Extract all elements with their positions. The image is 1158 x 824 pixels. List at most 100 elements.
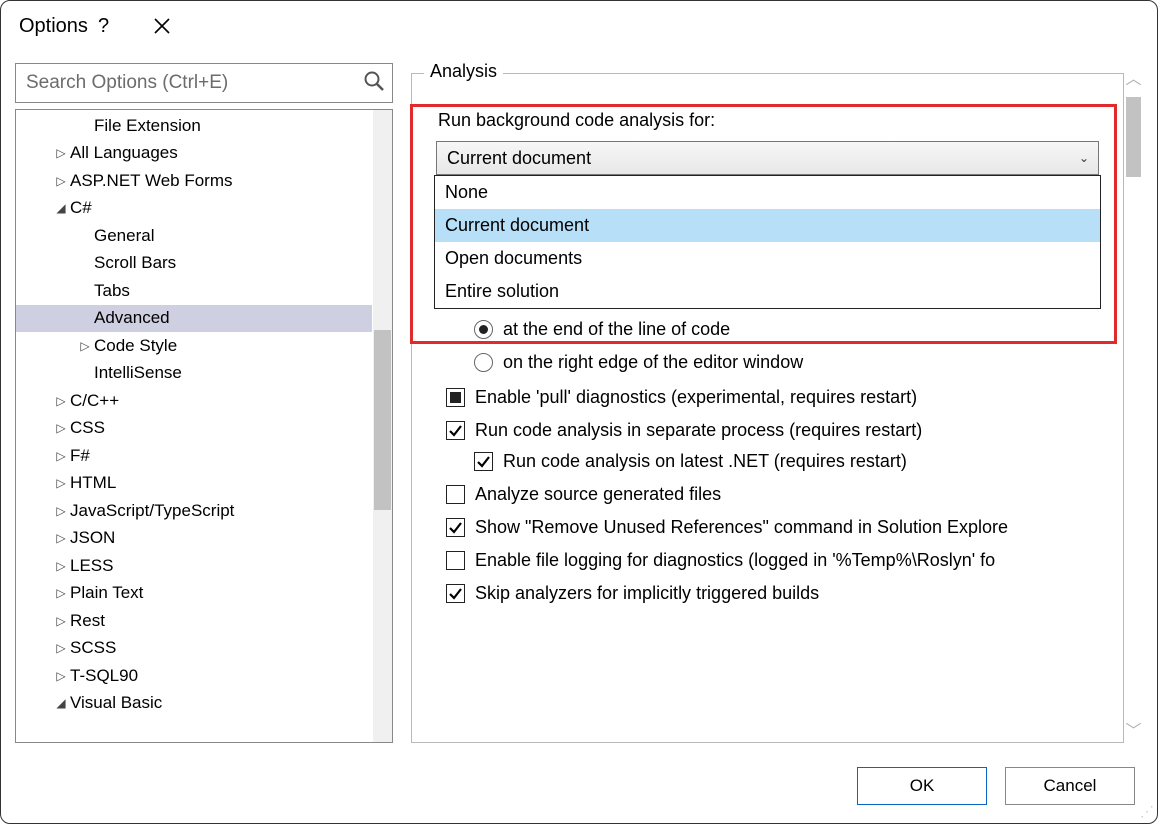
cb-latest-dotnet[interactable]: Run code analysis on latest .NET (requir… bbox=[474, 451, 1113, 472]
expand-closed-icon[interactable]: ▷ bbox=[54, 504, 68, 518]
tree-item[interactable]: Advanced bbox=[16, 305, 372, 333]
cb-latest-dotnet-label: Run code analysis on latest .NET (requir… bbox=[503, 451, 907, 472]
expand-open-icon[interactable]: ◢ bbox=[54, 696, 68, 710]
cb-analyze-generated[interactable]: Analyze source generated files bbox=[446, 484, 1113, 505]
tree-item-label: HTML bbox=[70, 473, 116, 493]
checkbox-icon bbox=[446, 518, 465, 537]
tree-item[interactable]: Scroll Bars bbox=[16, 250, 372, 278]
group-title: Analysis bbox=[424, 61, 503, 82]
tree-scrollbar[interactable] bbox=[373, 110, 392, 742]
expand-closed-icon[interactable]: ▷ bbox=[54, 146, 68, 160]
expand-closed-icon[interactable]: ▷ bbox=[54, 449, 68, 463]
cb-analyze-generated-label: Analyze source generated files bbox=[475, 484, 721, 505]
tree-item[interactable]: ▷F# bbox=[16, 442, 372, 470]
dialog-footer: OK Cancel bbox=[1, 755, 1157, 823]
checkbox-icon bbox=[446, 388, 465, 407]
expand-closed-icon[interactable]: ▷ bbox=[54, 614, 68, 628]
cb-pull-diagnostics[interactable]: Enable 'pull' diagnostics (experimental,… bbox=[446, 387, 1113, 408]
scope-dropdown: NoneCurrent documentOpen documentsEntire… bbox=[434, 175, 1101, 309]
tree-item[interactable]: ◢C# bbox=[16, 195, 372, 223]
tree-item[interactable]: ▷Code Style bbox=[16, 332, 372, 360]
tree-item-label: T-SQL90 bbox=[70, 666, 138, 686]
search-icon bbox=[363, 70, 385, 96]
checkbox-icon bbox=[446, 584, 465, 603]
ok-button[interactable]: OK bbox=[857, 767, 987, 805]
radio-right-edge-label: on the right edge of the editor window bbox=[503, 352, 803, 373]
radio-right-edge[interactable]: on the right edge of the editor window bbox=[474, 352, 1113, 373]
tree-item[interactable]: ▷ASP.NET Web Forms bbox=[16, 167, 372, 195]
radio-icon bbox=[474, 353, 493, 372]
radio-end-of-line[interactable]: at the end of the line of code bbox=[474, 319, 1113, 340]
expand-closed-icon[interactable]: ▷ bbox=[54, 174, 68, 188]
cb-separate-process[interactable]: Run code analysis in separate process (r… bbox=[446, 420, 1113, 441]
window-title: Options bbox=[19, 15, 88, 38]
tree-item-label: General bbox=[94, 226, 154, 246]
scope-option[interactable]: Entire solution bbox=[435, 275, 1100, 308]
checkbox-icon bbox=[446, 485, 465, 504]
tree-item-label: Advanced bbox=[94, 308, 170, 328]
expand-open-icon[interactable]: ◢ bbox=[54, 201, 68, 215]
expand-closed-icon[interactable]: ▷ bbox=[54, 641, 68, 655]
tree-item[interactable]: ▷JavaScript/TypeScript bbox=[16, 497, 372, 525]
tree-item[interactable]: ◢Visual Basic bbox=[16, 690, 372, 718]
expand-closed-icon[interactable]: ▷ bbox=[78, 339, 92, 353]
scope-option[interactable]: Current document bbox=[435, 209, 1100, 242]
tree-item-label: Plain Text bbox=[70, 583, 143, 603]
options-dialog: Options ? File Extension▷All Languages▷A… bbox=[0, 0, 1158, 824]
cb-skip-analyzers[interactable]: Skip analyzers for implicitly triggered … bbox=[446, 583, 1113, 604]
tree-item-label: ASP.NET Web Forms bbox=[70, 171, 233, 191]
tree-item[interactable]: General bbox=[16, 222, 372, 250]
content-scrollbar-thumb[interactable] bbox=[1126, 97, 1141, 177]
cb-file-logging-label: Enable file logging for diagnostics (log… bbox=[475, 550, 995, 571]
tree-item-label: CSS bbox=[70, 418, 105, 438]
titlebar: Options ? bbox=[1, 1, 1157, 51]
tree-item[interactable]: ▷T-SQL90 bbox=[16, 662, 372, 690]
scope-option[interactable]: Open documents bbox=[435, 242, 1100, 275]
checkbox-icon bbox=[474, 452, 493, 471]
scroll-up-icon[interactable]: ︿ bbox=[1125, 63, 1141, 91]
tree-item[interactable]: Tabs bbox=[16, 277, 372, 305]
content-scrollbar[interactable]: ︿ ﹀ bbox=[1124, 63, 1143, 743]
chevron-down-icon: ⌄ bbox=[1079, 151, 1089, 165]
tree-item[interactable]: ▷LESS bbox=[16, 552, 372, 580]
tree-item-label: C/C++ bbox=[70, 391, 119, 411]
scope-selected-value: Current document bbox=[447, 148, 591, 169]
tree-item[interactable]: ▷JSON bbox=[16, 525, 372, 553]
scope-option[interactable]: None bbox=[435, 176, 1100, 209]
cb-skip-analyzers-label: Skip analyzers for implicitly triggered … bbox=[475, 583, 819, 604]
expand-closed-icon[interactable]: ▷ bbox=[54, 394, 68, 408]
cb-file-logging[interactable]: Enable file logging for diagnostics (log… bbox=[446, 550, 1113, 571]
tree-item-label: Rest bbox=[70, 611, 105, 631]
cancel-button[interactable]: Cancel bbox=[1005, 767, 1135, 805]
close-button[interactable] bbox=[143, 13, 181, 39]
tree-item[interactable]: ▷SCSS bbox=[16, 635, 372, 663]
cb-remove-unused[interactable]: Show "Remove Unused References" command … bbox=[446, 517, 1113, 538]
tree-item[interactable]: File Extension bbox=[16, 112, 372, 140]
radio-icon bbox=[474, 320, 493, 339]
tree-item[interactable]: ▷CSS bbox=[16, 415, 372, 443]
tree-item[interactable]: IntelliSense bbox=[16, 360, 372, 388]
search-input[interactable] bbox=[15, 63, 393, 103]
tree-item-label: JSON bbox=[70, 528, 115, 548]
expand-closed-icon[interactable]: ▷ bbox=[54, 476, 68, 490]
tree-scrollbar-thumb[interactable] bbox=[374, 330, 391, 510]
radio-end-of-line-label: at the end of the line of code bbox=[503, 319, 730, 340]
tree-item-label: All Languages bbox=[70, 143, 178, 163]
tree-item[interactable]: ▷C/C++ bbox=[16, 387, 372, 415]
expand-closed-icon[interactable]: ▷ bbox=[54, 421, 68, 435]
expand-closed-icon[interactable]: ▷ bbox=[54, 531, 68, 545]
scope-combobox[interactable]: Current document ⌄ bbox=[436, 141, 1099, 175]
tree-item[interactable]: ▷HTML bbox=[16, 470, 372, 498]
tree-item-label: F# bbox=[70, 446, 90, 466]
tree-item-label: SCSS bbox=[70, 638, 116, 658]
expand-closed-icon[interactable]: ▷ bbox=[54, 669, 68, 683]
expand-closed-icon[interactable]: ▷ bbox=[54, 559, 68, 573]
tree-item[interactable]: ▷Rest bbox=[16, 607, 372, 635]
tree-item[interactable]: ▷All Languages bbox=[16, 140, 372, 168]
help-button[interactable]: ? bbox=[88, 11, 119, 42]
tree-item[interactable]: ▷Plain Text bbox=[16, 580, 372, 608]
expand-closed-icon[interactable]: ▷ bbox=[54, 586, 68, 600]
cb-pull-label: Enable 'pull' diagnostics (experimental,… bbox=[475, 387, 917, 408]
scroll-down-icon[interactable]: ﹀ bbox=[1125, 715, 1141, 743]
tree-item-label: Tabs bbox=[94, 281, 130, 301]
